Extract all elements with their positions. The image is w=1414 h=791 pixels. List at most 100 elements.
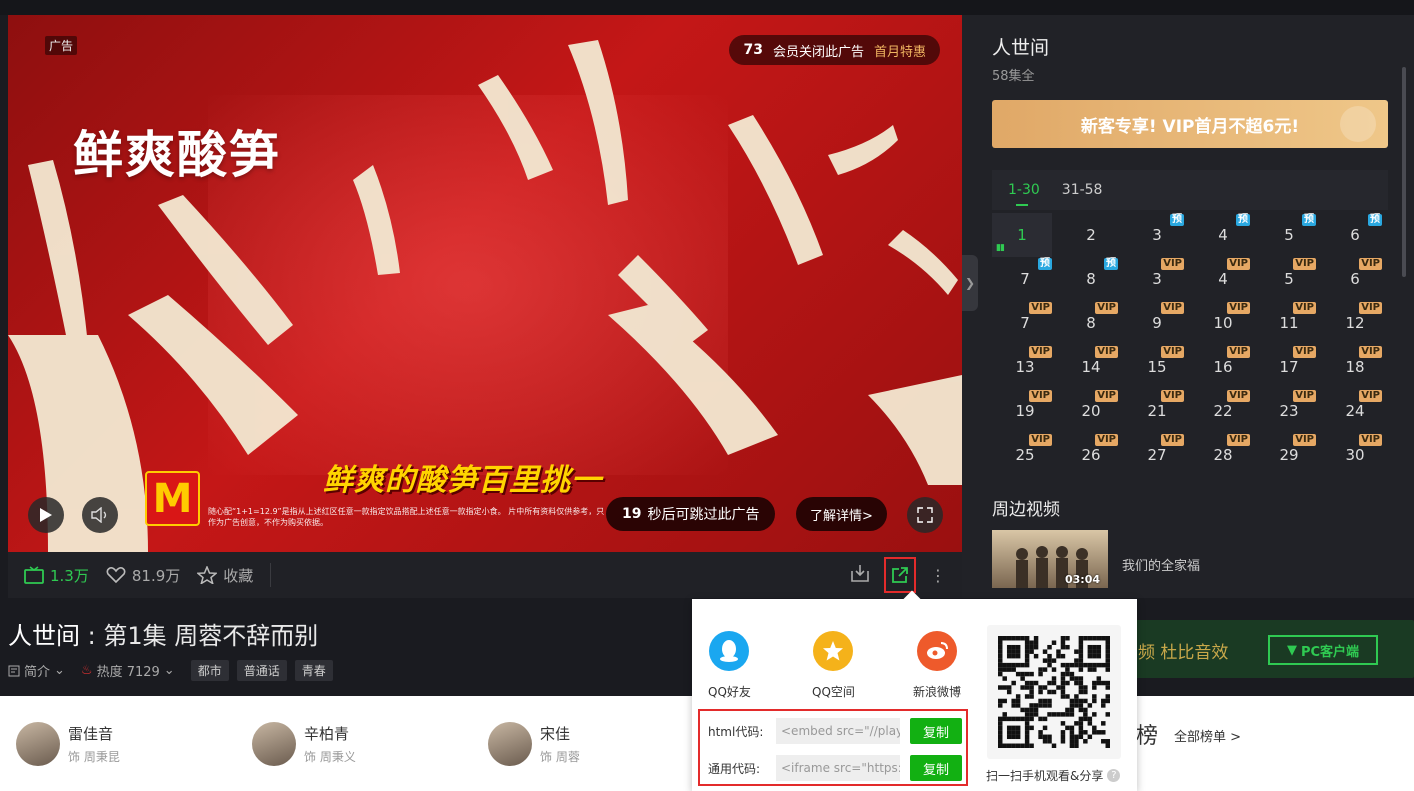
collect-button[interactable]: 收藏 (197, 565, 253, 586)
episode-item[interactable]: 15 VIP (1124, 345, 1190, 389)
heat-value: 热度 7129 (96, 665, 160, 680)
episode-item[interactable]: 5 VIP (1256, 257, 1322, 301)
episode-item[interactable]: 11 VIP (1256, 301, 1322, 345)
cast-item[interactable]: 雷佳音 饰 周秉昆 (16, 722, 120, 766)
generic-code-field[interactable]: <iframe src="https://o (776, 755, 900, 781)
pc-client-label: PC客户端 (1300, 644, 1360, 660)
vip-badge: VIP (1029, 302, 1052, 314)
learn-more-button[interactable]: 了解详情> (796, 497, 887, 531)
volume-button[interactable] (82, 497, 118, 533)
genre-tag[interactable]: 都市 (190, 660, 229, 681)
share-button[interactable] (884, 557, 916, 593)
episode-item[interactable]: 12 VIP (1322, 301, 1388, 345)
episode-item[interactable]: 6预 (1322, 213, 1388, 257)
vip-badge: VIP (1227, 346, 1250, 358)
theme-tag[interactable]: 青春 (294, 660, 333, 681)
episode-item[interactable]: 3 VIP (1124, 257, 1190, 301)
episode-item[interactable]: 18 VIP (1322, 345, 1388, 389)
collect-label: 收藏 (223, 566, 254, 585)
episode-item[interactable]: 7预 (992, 257, 1058, 301)
tab-range-1-30[interactable]: 1-30 (1008, 182, 1040, 206)
episode-item[interactable]: 13 VIP (992, 345, 1058, 389)
episode-item[interactable]: 21 VIP (1124, 389, 1190, 433)
nearby-video-thumbnail[interactable]: 03:04 (992, 530, 1108, 588)
heat-toggle[interactable]: ♨ 热度 7129 ⌄ (81, 661, 175, 680)
play-icon (40, 508, 52, 522)
skip-seconds: 19 (622, 506, 642, 522)
episode-item[interactable]: 24 VIP (1322, 389, 1388, 433)
sidebar-scrollbar[interactable] (1402, 67, 1406, 277)
video-player[interactable]: 广告 73 会员关闭此广告 首月特惠 鲜爽酸笋 鲜爽的酸笋百里挑一 M 随心配“… (8, 15, 962, 552)
episode-item[interactable]: 16 VIP (1190, 345, 1256, 389)
episode-number: 4 (1218, 226, 1228, 244)
html-code-field[interactable]: <embed src="//player. (776, 718, 900, 744)
cast-name: 雷佳音 (68, 725, 114, 743)
episode-item[interactable]: 1 ▮▮ (992, 213, 1052, 257)
episode-item[interactable]: 14 VIP (1058, 345, 1124, 389)
episode-item[interactable]: 5预 (1256, 213, 1322, 257)
episode-meta: 简介 ⌄ ♨ 热度 7129 ⌄ 都市 普通话 青春 (8, 660, 333, 681)
promo-text: 频 杜比音效 (1138, 643, 1229, 663)
episode-item[interactable]: 25 VIP (992, 433, 1058, 477)
all-rankings-link[interactable]: 全部榜单 > (1174, 726, 1241, 745)
episode-item[interactable]: 8 VIP (1058, 301, 1124, 345)
help-icon[interactable]: ? (1107, 769, 1121, 782)
show-name[interactable]: 人世间 (8, 622, 80, 650)
like-button[interactable]: 81.9万 (106, 565, 180, 586)
sidebar-collapse-button[interactable]: ❯ (962, 255, 978, 311)
vip-badge: VIP (1227, 258, 1250, 270)
episode-item[interactable]: 26 VIP (1058, 433, 1124, 477)
episode-item[interactable]: 4 VIP (1190, 257, 1256, 301)
episode-number: 7 (1020, 270, 1030, 288)
fullscreen-button[interactable] (907, 497, 943, 533)
episode-number: 12 (1345, 314, 1365, 332)
vip-close-ad-button[interactable]: 73 会员关闭此广告 首月特惠 (729, 35, 940, 65)
episode-number: 6 (1350, 270, 1360, 288)
episode-item[interactable]: 8预 (1058, 257, 1124, 301)
nearby-video-title[interactable]: 我们的全家福 (1122, 555, 1200, 574)
episode-item[interactable]: 27 VIP (1124, 433, 1190, 477)
vip-promo-text: 新客专享! VIP首月不超6元! (1080, 116, 1300, 137)
share-weibo[interactable]: 新浪微博 (913, 631, 961, 700)
episode-item[interactable]: 30 VIP (1322, 433, 1388, 477)
episode-item[interactable]: 28 VIP (1190, 433, 1256, 477)
language-tag[interactable]: 普通话 (236, 660, 287, 681)
pc-client-button[interactable]: ▼ PC客户端 (1268, 635, 1378, 665)
cast-item[interactable]: 辛柏青 饰 周秉义 (252, 722, 356, 766)
episode-item[interactable]: 10 VIP (1190, 301, 1256, 345)
vip-promo-banner[interactable]: 新客专享! VIP首月不超6元! (992, 100, 1388, 148)
episode-item[interactable]: 9 VIP (1124, 301, 1190, 345)
cast-role: 饰 周秉昆 (68, 750, 120, 764)
share-qzone[interactable]: QQ空间 (812, 631, 855, 700)
more-menu-button[interactable]: ⋮ (930, 566, 946, 585)
episode-number: 27 (1147, 446, 1167, 464)
play-button[interactable] (28, 497, 64, 533)
share-popup: QQ好友 QQ空间 新浪微博 html代码: <embed src="//pla… (692, 590, 1137, 791)
title-separator: : (80, 622, 104, 650)
copy-html-button[interactable]: 复制 (910, 718, 962, 744)
episode-number: 22 (1213, 402, 1233, 420)
tab-range-31-58[interactable]: 31-58 (1062, 182, 1103, 198)
episode-item[interactable]: 19 VIP (992, 389, 1058, 433)
cast-item[interactable]: 宋佳 饰 周蓉 (488, 722, 580, 766)
share-qq-friend[interactable]: QQ好友 (708, 631, 751, 700)
ad-countdown: 73 (743, 42, 763, 58)
chevron-right-icon: ❯ (964, 276, 976, 290)
episode-item[interactable]: 17 VIP (1256, 345, 1322, 389)
episode-item[interactable]: 29 VIP (1256, 433, 1322, 477)
episode-item[interactable]: 2 (1058, 213, 1124, 257)
episode-item[interactable]: 6 VIP (1322, 257, 1388, 301)
episode-item[interactable]: 23 VIP (1256, 389, 1322, 433)
episode-item[interactable]: 3预 (1124, 213, 1190, 257)
episode-item[interactable]: 22 VIP (1190, 389, 1256, 433)
download-button[interactable] (850, 563, 870, 587)
episode-item[interactable]: 4预 (1190, 213, 1256, 257)
episode-item[interactable]: 20 VIP (1058, 389, 1124, 433)
vip-badge: VIP (1359, 346, 1382, 358)
copy-generic-button[interactable]: 复制 (910, 755, 962, 781)
client-promo-banner[interactable]: 频 杜比音效 ▼ PC客户端 (1120, 620, 1414, 678)
intro-toggle[interactable]: 简介 ⌄ (8, 661, 65, 680)
episode-number: 26 (1081, 446, 1101, 464)
episode-item[interactable]: 7 VIP (992, 301, 1058, 345)
preview-badge: 预 (1038, 258, 1052, 270)
